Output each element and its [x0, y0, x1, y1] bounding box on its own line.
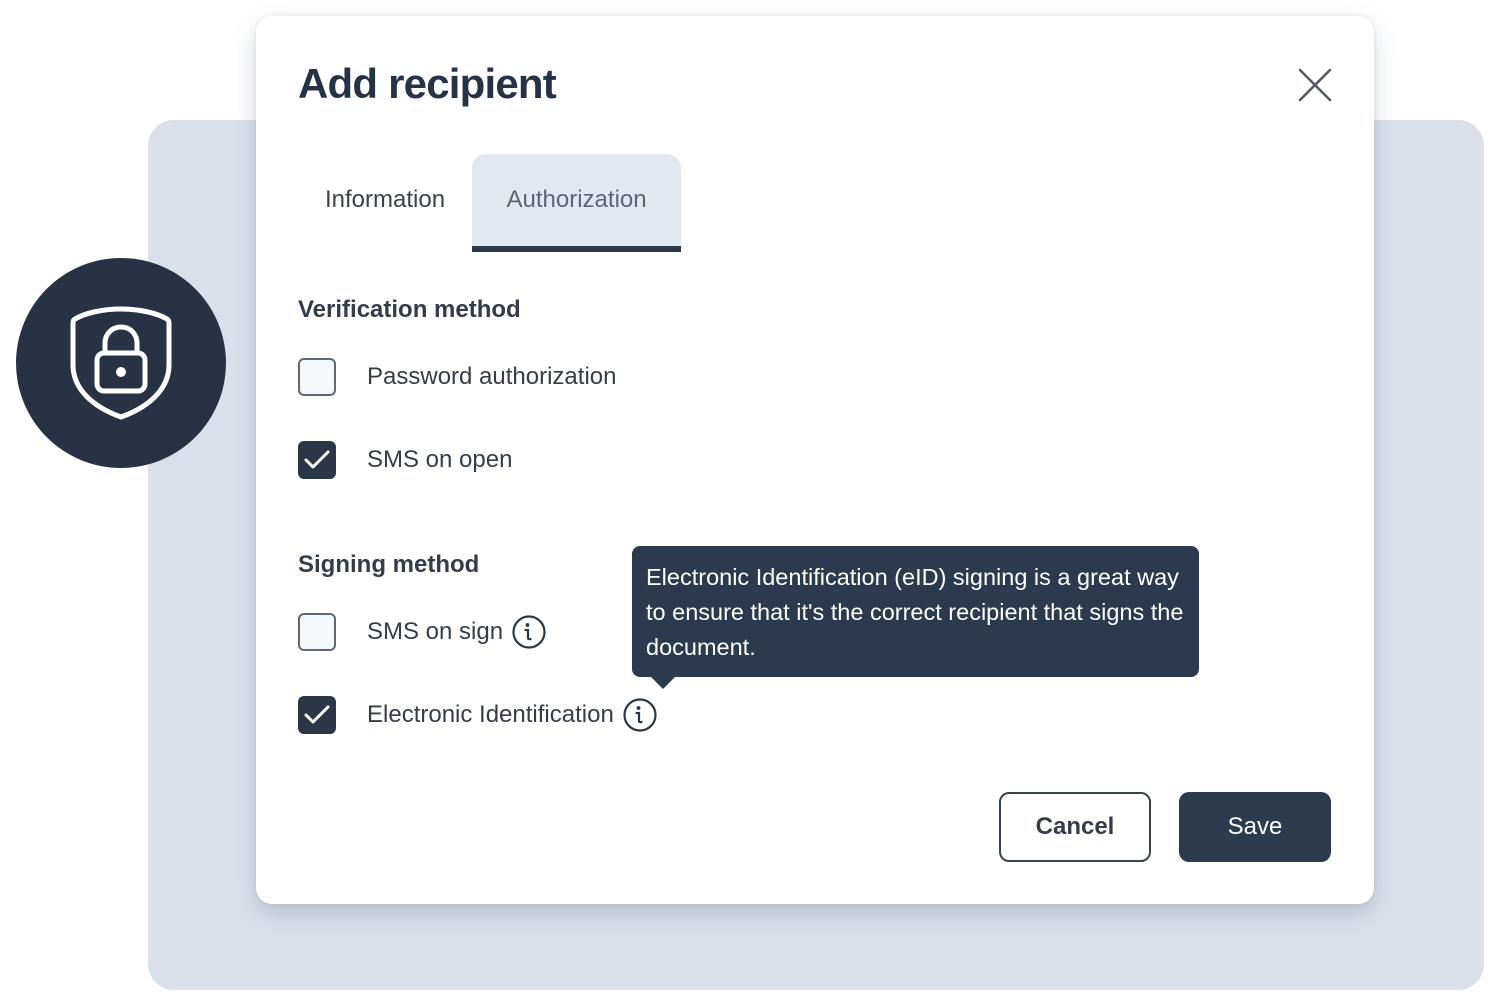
option-label: Electronic Identification [367, 701, 614, 728]
tab-authorization[interactable]: Authorization [472, 154, 682, 252]
tooltip-text: Electronic Identification (eID) signing … [646, 564, 1184, 660]
option-sms-on-open[interactable]: SMS on open [298, 439, 512, 481]
info-icon[interactable] [623, 698, 657, 732]
verification-method-heading: Verification method [298, 296, 521, 323]
option-electronic-identification[interactable]: Electronic Identification [298, 694, 657, 736]
option-password-authorization[interactable]: Password authorization [298, 356, 616, 398]
option-label: SMS on sign [367, 618, 504, 645]
signing-method-heading: Signing method [298, 551, 480, 578]
close-button[interactable] [1296, 66, 1334, 104]
dialog-title: Add recipient [298, 60, 557, 107]
add-recipient-dialog: Add recipient Information Authorization … [256, 16, 1374, 904]
sms-on-open-checkbox[interactable] [298, 441, 336, 479]
close-icon [1298, 68, 1332, 102]
eid-tooltip: Electronic Identification (eID) signing … [632, 546, 1199, 689]
tab-bar: Information Authorization [298, 154, 682, 252]
password-authorization-checkbox[interactable] [298, 358, 336, 396]
checkmark-icon [304, 705, 330, 724]
security-badge [16, 258, 226, 468]
shield-lock-icon [70, 306, 172, 420]
electronic-identification-checkbox[interactable] [298, 696, 336, 734]
sms-on-sign-checkbox[interactable] [298, 613, 336, 651]
checkmark-icon [304, 450, 330, 469]
option-label: Password authorization [367, 363, 617, 390]
option-label: SMS on open [367, 446, 513, 473]
cancel-button[interactable]: Cancel [999, 792, 1151, 862]
info-icon[interactable] [512, 615, 546, 649]
save-button[interactable]: Save [1179, 792, 1331, 862]
tab-information[interactable]: Information [298, 154, 472, 252]
option-sms-on-sign[interactable]: SMS on sign [298, 611, 546, 653]
